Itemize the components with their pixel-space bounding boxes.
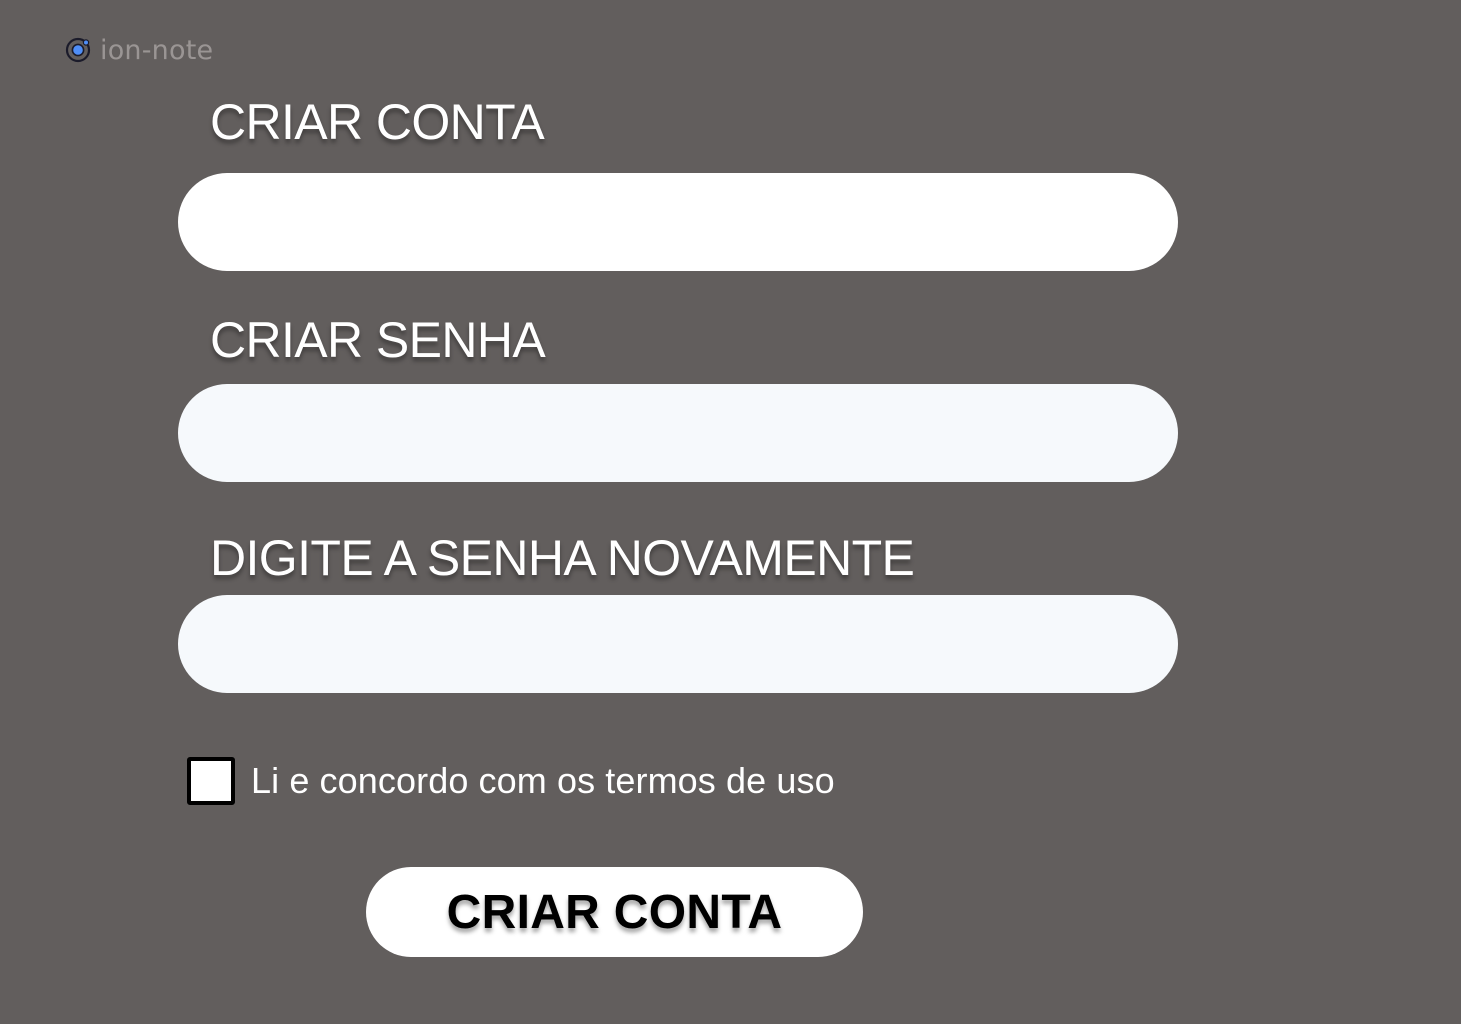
terms-checkbox[interactable] — [187, 757, 235, 805]
terms-row: Li e concordo com os termos de uso — [187, 757, 835, 805]
password-label: CRIAR SENHA — [210, 312, 546, 368]
app-tag: ion-note — [65, 34, 213, 66]
create-account-button[interactable]: CRIAR CONTA — [366, 867, 863, 957]
password-confirm-label: DIGITE A SENHA NOVAMENTE — [210, 530, 915, 586]
account-input[interactable] — [178, 173, 1178, 271]
password-confirm-input[interactable] — [178, 595, 1178, 693]
terms-label[interactable]: Li e concordo com os termos de uso — [251, 760, 835, 802]
account-label: CRIAR CONTA — [210, 94, 545, 150]
password-input[interactable] — [178, 384, 1178, 482]
ionic-logo-icon — [65, 37, 91, 63]
app-name: ion-note — [100, 34, 214, 66]
